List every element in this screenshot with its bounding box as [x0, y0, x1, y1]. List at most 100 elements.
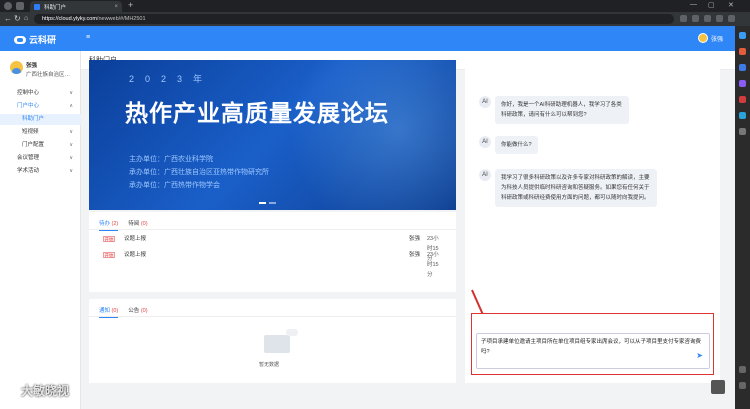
table-row[interactable]: 开始 议题上报 张强 23小时15分 — [103, 234, 443, 262]
browser-window: 科助门户 × + — ▢ ✕ ← ↻ ⌂ https://cloud.ylyky… — [0, 0, 750, 409]
sidebar-item-label: 控制中心 — [17, 90, 40, 96]
reader-mode-icon[interactable] — [680, 15, 687, 22]
minimize-icon[interactable]: — — [690, 1, 697, 8]
chevron-down-icon: ∨ — [69, 90, 73, 96]
chat-message: AI 我学习了很多科研政策以及许多专家对科研政策的解读，主要为科技人员提供临时科… — [479, 169, 657, 207]
app-logo[interactable]: 云科研 — [14, 33, 56, 46]
profile-name: 张强 — [26, 63, 38, 69]
row-title: 议题上报 — [124, 236, 147, 242]
ai-avatar: AI — [479, 169, 491, 181]
cloud-logo-icon — [14, 35, 26, 44]
close-tab-icon[interactable]: × — [114, 4, 118, 10]
menu-toggle-icon[interactable]: ≡ — [86, 34, 90, 41]
profile-org: 广西壮族自治区… — [26, 72, 71, 78]
chevron-down-icon: ∨ — [69, 155, 73, 161]
refresh-icon[interactable]: ↻ — [14, 14, 21, 23]
collections-icon[interactable] — [704, 15, 711, 22]
profile-avatar — [10, 61, 23, 74]
tools-icon[interactable] — [739, 64, 746, 71]
carousel-indicator — [259, 202, 276, 204]
office-icon[interactable] — [739, 96, 746, 103]
sidebar-item-label: 门户中心 — [17, 103, 40, 109]
carousel-dot[interactable] — [269, 202, 276, 204]
back-icon[interactable]: ← — [4, 14, 12, 23]
sidebar-item-label: 学术活动 — [17, 168, 40, 174]
games-icon[interactable] — [739, 80, 746, 87]
sidebar-profile: 张强 广西壮族自治区… — [10, 61, 70, 78]
new-tab-icon[interactable]: + — [128, 0, 133, 10]
tab-notice-count: (0) — [111, 308, 119, 314]
carousel-dot[interactable] — [259, 202, 266, 204]
sidebar-item-label: 科助门户 — [22, 116, 45, 122]
profile-icon[interactable] — [4, 2, 12, 10]
row-user: 张强 — [409, 252, 421, 258]
table-row[interactable]: 开始 议题上报 张强 23小时15分 — [103, 250, 443, 278]
workspaces-icon[interactable] — [16, 2, 24, 10]
row-title: 议题上报 — [124, 252, 147, 258]
sidebar-item-research-portal[interactable]: 科助门户 — [0, 114, 81, 125]
send-icon[interactable]: ➤ — [696, 351, 703, 360]
outlook-icon[interactable] — [739, 112, 746, 119]
watermark: 大敏晓视 — [3, 382, 69, 399]
logo-text: 云科研 — [29, 35, 57, 45]
notice-panel: 通知 (0) 公告 (0) 暂无数据 — [89, 299, 456, 383]
banner-organizer: 主办单位：广西农业科学院 — [129, 155, 213, 163]
tab-read-label: 待阅 — [128, 221, 140, 227]
tab-announce-count: (0) — [140, 308, 148, 314]
settings-icon[interactable] — [739, 382, 746, 389]
sidebar: 张强 广西壮族自治区… 控制中心 ∨ 门户中心 ∧ 科助门户 短视频 ∨ 门户配置 ∨ … — [0, 51, 81, 409]
tab-announce-label: 公告 — [128, 308, 140, 314]
chat-message: AI 你好，我是一个AI科研助理机器人，我学习了各类科研政策，请问有什么可以帮到… — [479, 96, 629, 124]
chat-message: AI 你能做什么? — [479, 136, 538, 154]
empty-state-text: 暂无数据 — [259, 362, 280, 368]
sidebar-item-meeting[interactable]: 会议管理 ∨ — [0, 153, 81, 164]
browser-tab[interactable]: 科助门户 × — [30, 1, 122, 12]
ai-avatar: AI — [479, 96, 491, 108]
banner-title: 热作产业高质量发展论坛 — [125, 101, 389, 127]
sidebar-item-academic[interactable]: 学术活动 ∨ — [0, 166, 81, 177]
status-badge: 开始 — [103, 236, 115, 242]
chevron-down-icon: ∨ — [69, 142, 73, 148]
tab-read-count: (0) — [140, 221, 148, 227]
todo-panel: 待办 (2) 待阅 (0) 开始 议题上报 张强 23小时15分 开始 议题上报… — [89, 212, 456, 292]
chat-bubble: 你能做什么? — [495, 136, 538, 154]
shopping-icon[interactable] — [739, 48, 746, 55]
tab-todo-label: 待办 — [99, 221, 111, 227]
chat-bubble: 你好，我是一个AI科研助理机器人，我学习了各类科研政策，请问有什么可以帮到您? — [495, 96, 629, 124]
browser-menu-icon[interactable] — [728, 15, 735, 22]
url-host: https://cloud.ylyky.com — [42, 16, 97, 22]
watermark-logo-icon — [3, 383, 17, 398]
feedback-button[interactable] — [711, 380, 725, 394]
chevron-up-icon: ∧ — [69, 103, 73, 109]
url-path: /newweb/#/MH2501 — [96, 16, 146, 22]
row-time: 23小时15分 — [427, 252, 439, 278]
empty-inbox-icon — [264, 329, 298, 359]
favorites-icon[interactable] — [692, 15, 699, 22]
header-user-menu[interactable]: 张强 — [697, 33, 723, 43]
row-user: 张强 — [409, 236, 421, 242]
sidebar-item-portal-config[interactable]: 门户配置 ∨ — [0, 140, 81, 151]
maximize-icon[interactable]: ▢ — [708, 1, 715, 9]
tab-todo-count: (2) — [111, 221, 119, 227]
url-field[interactable]: https://cloud.ylyky.com/newweb/#/MH2501 — [34, 14, 674, 24]
extensions-icon[interactable] — [716, 15, 723, 22]
tab-notice-label: 通知 — [99, 308, 111, 314]
search-icon[interactable] — [739, 32, 746, 39]
chevron-down-icon: ∨ — [69, 168, 73, 174]
forum-banner[interactable]: 2023年 热作产业高质量发展论坛 主办单位：广西农业科学院 承办单位：广西壮族… — [89, 60, 456, 210]
app-header: 云科研 ≡ 张强 — [0, 26, 735, 51]
chat-input[interactable]: 子项目承建单位邀请主项目所在单位项目组专家出席会议，可以从子项目里支付专家咨询费… — [476, 333, 710, 369]
chevron-down-icon: ∨ — [69, 129, 73, 135]
sidebar-item-short-video[interactable]: 短视频 ∨ — [0, 127, 81, 138]
header-user-name: 张强 — [710, 36, 723, 43]
sidebar-item-portal-center[interactable]: 门户中心 ∧ — [0, 101, 81, 112]
home-icon[interactable]: ⌂ — [24, 14, 28, 23]
sidebar-layout-icon[interactable] — [739, 366, 746, 373]
sidebar-item-label: 门户配置 — [22, 142, 45, 148]
tab-divider — [89, 316, 456, 317]
window-close-icon[interactable]: ✕ — [728, 1, 734, 9]
user-avatar — [697, 33, 708, 43]
browser-tab-title: 科助门户 — [44, 4, 67, 11]
add-app-icon[interactable] — [739, 128, 746, 135]
sidebar-item-control-center[interactable]: 控制中心 ∨ — [0, 88, 81, 99]
